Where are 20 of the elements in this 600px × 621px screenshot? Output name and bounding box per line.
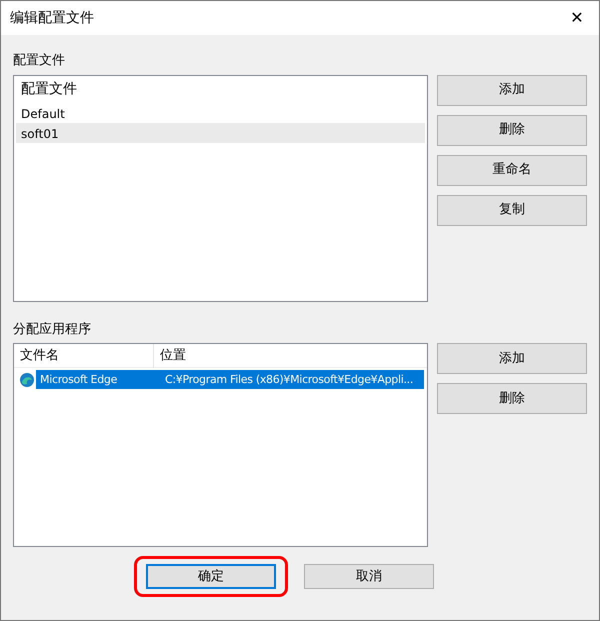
profile-button[interactable]: 删除 xyxy=(437,114,587,146)
browser-icon xyxy=(19,372,35,388)
table-cell: Microsoft Edge xyxy=(36,370,161,389)
dialog-button[interactable]: 取消 xyxy=(304,564,434,589)
list-item[interactable]: soft01 xyxy=(16,122,425,142)
profile-button[interactable]: 添加 xyxy=(437,74,587,106)
app-button[interactable]: 删除 xyxy=(437,383,587,414)
column-header[interactable]: 位置 xyxy=(154,344,424,368)
section-label: 分配应用程序 xyxy=(13,320,92,338)
list-header: 配置文件 xyxy=(20,80,78,98)
app-button[interactable]: 添加 xyxy=(437,343,587,374)
column-header[interactable]: 文件名 xyxy=(14,344,154,368)
section-label: 配置文件 xyxy=(13,52,66,70)
close-button[interactable]: ✕ xyxy=(555,1,599,35)
dialog-button[interactable]: 确定 xyxy=(146,564,276,589)
list-item[interactable]: Default xyxy=(16,102,425,122)
window-title: 编辑配置文件 xyxy=(10,8,94,28)
profile-button[interactable]: 复制 xyxy=(437,194,587,226)
profile-button[interactable]: 重命名 xyxy=(437,154,587,186)
table-cell: C:¥Program Files (x86)¥Microsoft¥Edge¥Appli... xyxy=(161,370,424,389)
